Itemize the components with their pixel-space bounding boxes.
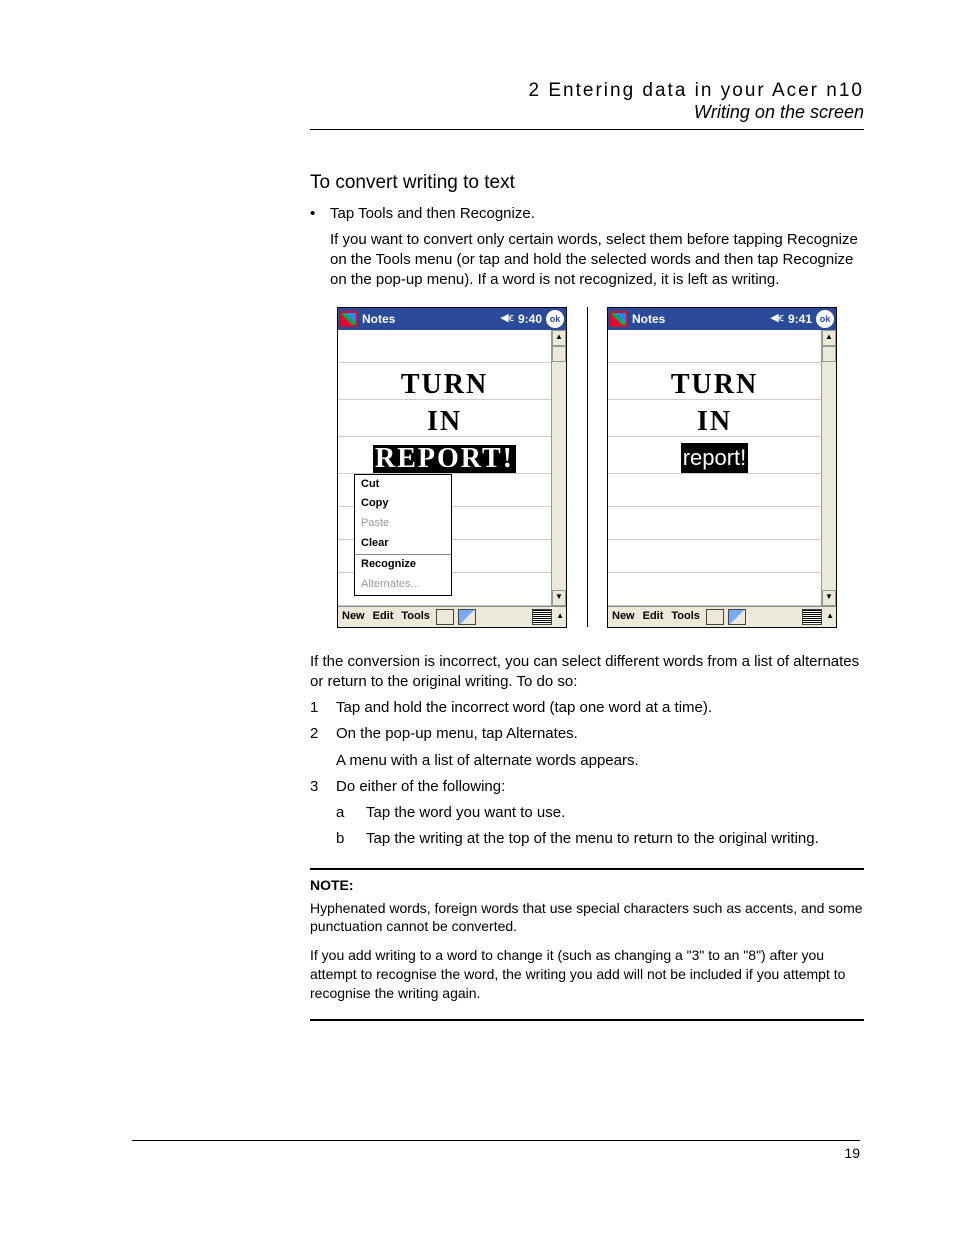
step-text: Tap and hold the incorrect word (tap one… xyxy=(336,698,712,718)
substep-text: Tap the word you want to use. xyxy=(366,803,565,823)
start-flag-icon[interactable] xyxy=(340,311,358,327)
menubar-right: New Edit Tools ▲ xyxy=(608,606,836,627)
clock: 9:41 xyxy=(788,311,812,327)
titlebar-right: Notes ◀ꞓ 9:41 ok xyxy=(608,308,836,330)
step-2: 2 On the pop-up menu, tap Alternates. xyxy=(310,724,864,744)
recognized-text: report! xyxy=(681,443,749,473)
bullet-item: • Tap Tools and then Recognize. xyxy=(310,204,864,224)
step-3a: a Tap the word you want to use. xyxy=(336,803,864,823)
device-screenshot-right: Notes ◀ꞓ 9:41 ok TURN IN report! xyxy=(607,307,837,628)
scroll-thumb[interactable] xyxy=(822,346,836,362)
menubar-left: New Edit Tools ▲ xyxy=(338,606,566,627)
start-flag-icon[interactable] xyxy=(610,311,628,327)
scroll-up-button[interactable]: ▲ xyxy=(822,330,836,346)
step-text: Do either of the following: xyxy=(336,777,505,797)
ok-button[interactable]: ok xyxy=(546,310,564,328)
sip-up-icon[interactable]: ▲ xyxy=(826,611,834,622)
scrollbar-left[interactable]: ▲ ▼ xyxy=(551,330,566,606)
substep-text: Tap the writing at the top of the menu t… xyxy=(366,829,819,849)
context-menu: Cut Copy Paste Clear Recognize Alternate… xyxy=(354,474,452,596)
step-number: 2 xyxy=(310,724,336,744)
speaker-icon[interactable]: ◀ꞓ xyxy=(500,311,514,326)
step-1: 1 Tap and hold the incorrect word (tap o… xyxy=(310,698,864,718)
after-figure-text: If the conversion is incorrect, you can … xyxy=(310,652,864,693)
note-label: NOTE: xyxy=(310,876,864,895)
app-title: Notes xyxy=(632,311,665,327)
note-canvas-left[interactable]: TURN IN REPORT! Cut Copy Paste Clear Rec xyxy=(338,330,551,606)
bullet-text: Tap Tools and then Recognize. xyxy=(330,204,864,224)
handwriting-line-3-selected: REPORT! xyxy=(373,445,516,473)
keyboard-icon[interactable] xyxy=(532,609,552,625)
step-number: 3 xyxy=(310,777,336,797)
titlebar-left: Notes ◀ꞓ 9:40 ok xyxy=(338,308,566,330)
chapter-title: 2 Entering data in your Acer n10 xyxy=(310,80,864,102)
substep-mark: b xyxy=(336,829,366,849)
app-title: Notes xyxy=(362,311,395,327)
menu-item-cut[interactable]: Cut xyxy=(355,475,451,495)
handwriting-line-1: TURN xyxy=(671,371,758,399)
callout xyxy=(567,307,607,628)
menu-edit[interactable]: Edit xyxy=(371,609,396,624)
bullet-explain: If you want to convert only certain word… xyxy=(330,230,864,291)
menu-tools[interactable]: Tools xyxy=(399,609,432,624)
note-block: NOTE: Hyphenated words, foreign words th… xyxy=(310,868,864,1021)
figure-row: Notes ◀ꞓ 9:40 ok TURN IN REPORT! xyxy=(310,307,864,628)
menu-tools[interactable]: Tools xyxy=(669,609,702,624)
device-screenshot-left: Notes ◀ꞓ 9:40 ok TURN IN REPORT! xyxy=(337,307,567,628)
pen-icon[interactable] xyxy=(458,609,476,625)
page-number: 19 xyxy=(132,1140,860,1161)
section-heading: To convert writing to text xyxy=(310,170,864,196)
clock: 9:40 xyxy=(518,311,542,327)
step-text: On the pop-up menu, tap Alternates. xyxy=(336,724,578,744)
sip-up-icon[interactable]: ▲ xyxy=(556,611,564,622)
menu-item-clear[interactable]: Clear xyxy=(355,534,451,554)
handwriting-line-1: TURN xyxy=(401,371,488,399)
page-header: 2 Entering data in your Acer n10 Writing… xyxy=(310,80,864,130)
content-area: To convert writing to text • Tap Tools a… xyxy=(310,170,864,1021)
record-icon[interactable] xyxy=(706,609,724,625)
step-text: A menu with a list of alternate words ap… xyxy=(336,751,639,771)
step-number: 1 xyxy=(310,698,336,718)
handwriting-line-2: IN xyxy=(697,408,732,436)
scroll-down-button[interactable]: ▼ xyxy=(552,590,566,606)
note-canvas-right[interactable]: TURN IN report! xyxy=(608,330,821,606)
step-3b: b Tap the writing at the top of the menu… xyxy=(336,829,864,849)
note-p2: If you add writing to a word to change i… xyxy=(310,946,864,1003)
bullet-glyph: • xyxy=(310,204,330,224)
ok-button[interactable]: ok xyxy=(816,310,834,328)
substep-mark: a xyxy=(336,803,366,823)
menu-item-alternates: Alternates... xyxy=(355,575,451,595)
speaker-icon[interactable]: ◀ꞓ xyxy=(770,311,784,326)
section-title-header: Writing on the screen xyxy=(310,102,864,123)
handwriting-line-2: IN xyxy=(427,408,462,436)
scroll-down-button[interactable]: ▼ xyxy=(822,590,836,606)
menu-new[interactable]: New xyxy=(340,609,367,624)
scrollbar-right[interactable]: ▲ ▼ xyxy=(821,330,836,606)
record-icon[interactable] xyxy=(436,609,454,625)
menu-edit[interactable]: Edit xyxy=(641,609,666,624)
scroll-thumb[interactable] xyxy=(552,346,566,362)
menu-item-paste: Paste xyxy=(355,514,451,534)
menu-item-recognize[interactable]: Recognize xyxy=(355,554,451,575)
keyboard-icon[interactable] xyxy=(802,609,822,625)
step-2-result: A menu with a list of alternate words ap… xyxy=(310,751,864,771)
menu-new[interactable]: New xyxy=(610,609,637,624)
pen-icon[interactable] xyxy=(728,609,746,625)
scroll-up-button[interactable]: ▲ xyxy=(552,330,566,346)
step-3: 3 Do either of the following: xyxy=(310,777,864,797)
menu-item-copy[interactable]: Copy xyxy=(355,494,451,514)
note-p1: Hyphenated words, foreign words that use… xyxy=(310,899,864,937)
